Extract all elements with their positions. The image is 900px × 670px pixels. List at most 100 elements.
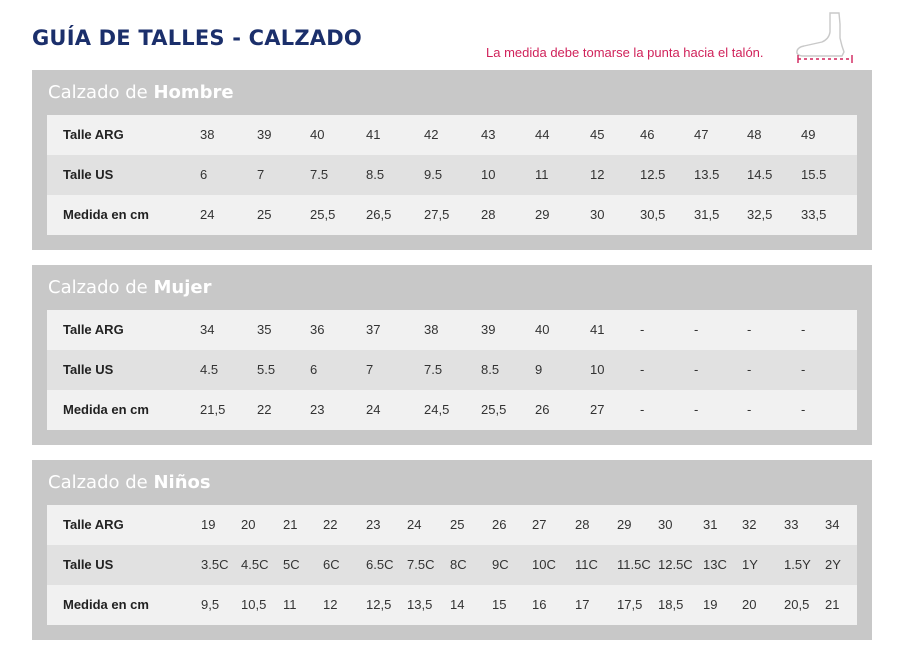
- table-cell: 7.5C: [407, 557, 435, 572]
- table-cell: 17: [575, 597, 590, 612]
- table-cell: 33,5: [801, 207, 827, 222]
- table-cell: 46: [640, 127, 655, 142]
- row-label: Medida en cm: [63, 597, 149, 612]
- table-cell: 8.5: [481, 362, 500, 377]
- table-cell: 13,5: [407, 597, 433, 612]
- table-cell: 11: [283, 597, 297, 612]
- table-cell: 22: [323, 517, 338, 532]
- table-cell: -: [747, 402, 752, 417]
- table-row: Talle US 4.5 5.5 6 7 7.5 8.5 9 10 - - - -: [47, 350, 857, 390]
- section-title-bold: Hombre: [153, 82, 234, 103]
- section-title-prefix: Calzado de: [48, 82, 148, 103]
- table-cell: 1Y: [742, 557, 758, 572]
- table-cell: 18,5: [658, 597, 684, 612]
- table-cell: 29: [617, 517, 632, 532]
- table-cell: 31: [703, 517, 718, 532]
- table-row: Talle ARG 19 20 21 22 23 24 25 26 27 28 29 30 31 32 33 3…: [47, 505, 857, 545]
- table-cell: 4.5C: [241, 557, 269, 572]
- table-cell: 5.5: [257, 362, 276, 377]
- table-cell: 16: [532, 597, 547, 612]
- table-cell: 24: [200, 207, 215, 222]
- section-title: Calzado de Hombre: [48, 82, 234, 103]
- row-label: Talle US: [63, 557, 114, 572]
- table-cell: 23: [310, 402, 325, 417]
- table-cell: 34: [825, 517, 840, 532]
- size-table: Talle ARG 19 20 21 22 23 24 25 26 27 28 29 30 31 32 33 3…: [47, 505, 857, 625]
- table-cell: 15.5: [801, 167, 827, 182]
- table-cell: 9: [535, 362, 543, 377]
- table-cell: 3.5C: [201, 557, 229, 572]
- table-cell: 48: [747, 127, 762, 142]
- table-cell: 20: [742, 597, 757, 612]
- table-cell: 2Y: [825, 557, 841, 572]
- section-ninos: Calzado de Niños Talle ARG 19 20 21 22 23 24 25…: [32, 460, 872, 640]
- table-cell: 25: [450, 517, 465, 532]
- table-cell: 13.5: [694, 167, 720, 182]
- table-cell: 26: [492, 517, 507, 532]
- table-cell: -: [801, 322, 806, 337]
- table-cell: 12.5: [640, 167, 666, 182]
- table-cell: -: [747, 362, 752, 377]
- table-cell: 10: [590, 362, 605, 377]
- table-row: Medida en cm 24 25 25,5 26,5 27,5 28 29 30 30,5 31…: [47, 195, 857, 235]
- table-cell: -: [747, 322, 752, 337]
- table-cell: 12.5C: [658, 557, 693, 572]
- table-cell: 40: [535, 322, 550, 337]
- table-cell: 6: [200, 167, 208, 182]
- table-cell: -: [694, 402, 699, 417]
- table-cell: 23: [366, 517, 381, 532]
- row-label: Medida en cm: [63, 207, 149, 222]
- table-cell: 32: [742, 517, 757, 532]
- table-row: Talle US 6 7 7.5 8.5 9.5 10 11 12 12.5 13.5 14.5 15.…: [47, 155, 857, 195]
- table-cell: 28: [575, 517, 590, 532]
- table-cell: 7.5: [424, 362, 443, 377]
- table-cell: 12,5: [366, 597, 392, 612]
- size-table: Talle ARG 38 39 40 41 42 43 44 45 46 47 48 49 Talle U…: [47, 115, 857, 235]
- table-cell: 14: [450, 597, 465, 612]
- table-cell: 12: [590, 167, 605, 182]
- table-cell: 19: [703, 597, 718, 612]
- table-cell: 24: [366, 402, 381, 417]
- table-cell: 30: [590, 207, 605, 222]
- table-cell: 13C: [703, 557, 727, 572]
- table-cell: 43: [481, 127, 496, 142]
- table-cell: 4.5: [200, 362, 219, 377]
- row-label: Talle US: [63, 362, 114, 377]
- table-row: Talle ARG 34 35 36 37 38 39 40 41 - - - -: [47, 310, 857, 350]
- table-cell: 6.5C: [366, 557, 394, 572]
- table-cell: 41: [366, 127, 381, 142]
- section-title-prefix: Calzado de: [48, 277, 148, 298]
- table-cell: 14.5: [747, 167, 773, 182]
- table-row: Talle ARG 38 39 40 41 42 43 44 45 46 47 48 49: [47, 115, 857, 155]
- table-cell: 30,5: [640, 207, 666, 222]
- table-cell: -: [801, 362, 806, 377]
- table-cell: 25: [257, 207, 272, 222]
- table-cell: 28: [481, 207, 496, 222]
- table-cell: 9,5: [201, 597, 220, 612]
- size-table: Talle ARG 34 35 36 37 38 39 40 41 - - - - Talle US 4.5…: [47, 310, 857, 430]
- table-cell: 1.5Y: [784, 557, 811, 572]
- table-cell: 8.5: [366, 167, 385, 182]
- table-cell: 21,5: [200, 402, 226, 417]
- row-label: Talle ARG: [63, 127, 124, 142]
- table-cell: 21: [283, 517, 298, 532]
- table-cell: 26,5: [366, 207, 392, 222]
- table-cell: 31,5: [694, 207, 720, 222]
- section-hombre: Calzado de Hombre Talle ARG 38 39 40 41 42 43 4…: [32, 70, 872, 250]
- table-cell: 12: [323, 597, 338, 612]
- table-cell: 39: [481, 322, 496, 337]
- table-cell: 15: [492, 597, 507, 612]
- section-title: Calzado de Niños: [48, 472, 211, 493]
- table-cell: 7: [366, 362, 374, 377]
- table-cell: 49: [801, 127, 816, 142]
- table-cell: -: [801, 402, 806, 417]
- section-title: Calzado de Mujer: [48, 277, 211, 298]
- table-cell: 24: [407, 517, 422, 532]
- table-cell: 27: [532, 517, 547, 532]
- row-label: Medida en cm: [63, 402, 149, 417]
- table-cell: 27: [590, 402, 605, 417]
- measure-note: La medida debe tomarse la punta hacia el…: [486, 45, 764, 60]
- table-cell: 37: [366, 322, 381, 337]
- table-cell: 19: [201, 517, 216, 532]
- table-cell: -: [640, 402, 645, 417]
